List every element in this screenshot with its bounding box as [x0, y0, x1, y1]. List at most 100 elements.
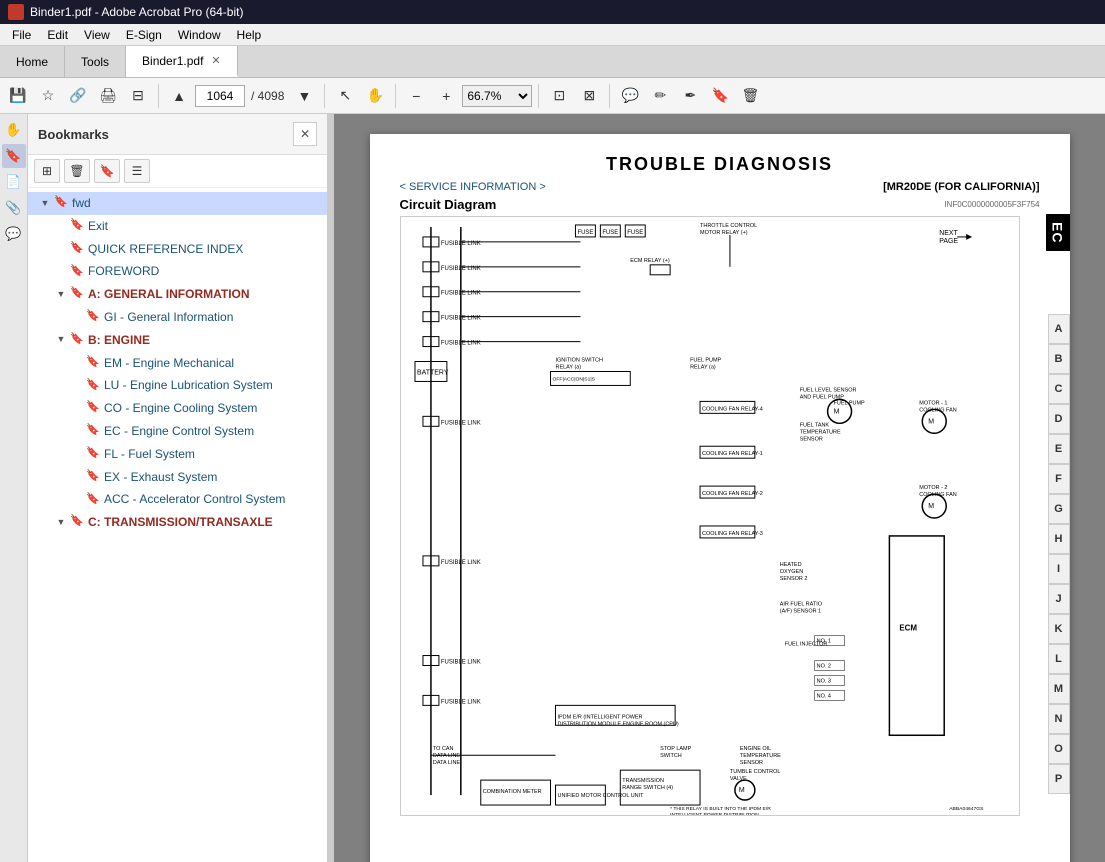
fit-width-button[interactable]: ⊠	[575, 82, 603, 110]
bm-icon-exit: 🔖	[70, 218, 84, 234]
menu-file[interactable]: File	[4, 26, 39, 44]
bookmark-add-button[interactable]: ☆	[34, 82, 62, 110]
bookmark-item-exit[interactable]: 🔖 Exit	[28, 215, 327, 238]
bookmark-label-c-trans: C: TRANSMISSION/TRANSAXLE	[88, 514, 321, 531]
reduce-button[interactable]: ⊟	[124, 82, 152, 110]
share-button[interactable]: 🔗	[64, 82, 92, 110]
bookmark-item-gi[interactable]: 🔖 GI - General Information	[28, 306, 327, 329]
svg-text:BATTERY: BATTERY	[416, 369, 448, 376]
bookmark-label-co: CO - Engine Cooling System	[104, 400, 321, 417]
bookmark-item-foreword[interactable]: 🔖 FOREWORD	[28, 260, 327, 283]
bm-options-btn[interactable]: ☰	[124, 159, 150, 183]
delete-button[interactable]: 🗑	[736, 82, 764, 110]
bookmark-item-lu[interactable]: 🔖 LU - Engine Lubrication System	[28, 374, 327, 397]
right-tab-l[interactable]: L	[1048, 644, 1070, 674]
right-tab-c[interactable]: C	[1048, 374, 1070, 404]
bookmark-item-em[interactable]: 🔖 EM - Engine Mechanical	[28, 352, 327, 375]
svg-text:RANGE SWITCH (4): RANGE SWITCH (4)	[622, 785, 673, 791]
right-tab-m[interactable]: M	[1048, 674, 1070, 704]
bookmark-item-ec[interactable]: 🔖 EC - Engine Control System	[28, 420, 327, 443]
bookmark-item-fwd[interactable]: ▼ 🔖 fwd	[28, 192, 327, 215]
bm-expand-btn[interactable]: ⊞	[34, 159, 60, 183]
zoom-in-button[interactable]: +	[432, 82, 460, 110]
tab-home[interactable]: Home	[0, 46, 65, 77]
right-tab-e[interactable]: E	[1048, 434, 1070, 464]
tab-tools[interactable]: Tools	[65, 46, 126, 77]
bookmark-item-gen-info[interactable]: ▼ 🔖 A: GENERAL INFORMATION	[28, 283, 327, 306]
print-button[interactable]: 🖨	[94, 82, 122, 110]
sidebar-header: Bookmarks ✕	[28, 114, 327, 155]
zoom-select[interactable]: 66.7% 50% 75% 100% 125% 150%	[462, 85, 532, 107]
bm-delete-btn[interactable]: 🗑	[64, 159, 90, 183]
bookmark-item-ex[interactable]: 🔖 EX - Exhaust System	[28, 466, 327, 489]
bm-icon-acc: 🔖	[86, 491, 100, 507]
service-info-link[interactable]: < SERVICE INFORMATION >	[400, 181, 546, 193]
bookmark-label-ex: EX - Exhaust System	[104, 469, 321, 486]
right-tab-a[interactable]: A	[1048, 314, 1070, 344]
prev-page-button[interactable]: ▲	[165, 82, 193, 110]
bookmark-label-exit: Exit	[88, 218, 321, 235]
svg-text:M: M	[833, 408, 839, 415]
title-bar: Binder1.pdf - Adobe Acrobat Pro (64-bit)	[0, 0, 1105, 24]
bookmark-label-ec: EC - Engine Control System	[104, 423, 321, 440]
window-title: Binder1.pdf - Adobe Acrobat Pro (64-bit)	[30, 5, 243, 19]
left-icon-attachments[interactable]: 📎	[2, 196, 26, 220]
left-icon-pages[interactable]: 📄	[2, 170, 26, 194]
svg-text:FUSE: FUSE	[627, 230, 643, 236]
left-icon-comments[interactable]: 💬	[2, 222, 26, 246]
right-tab-d[interactable]: D	[1048, 404, 1070, 434]
circuit-diagram-svg: FUSIBLE LINK FUSIBLE LINK FUSIBLE LINK F…	[400, 216, 1020, 816]
right-tab-j[interactable]: J	[1048, 584, 1070, 614]
expand-spacer-quick-ref	[54, 241, 68, 257]
menu-help[interactable]: Help	[229, 26, 270, 44]
right-tab-f[interactable]: F	[1048, 464, 1070, 494]
circuit-diagram-label: Circuit Diagram	[400, 197, 497, 212]
right-tab-g[interactable]: G	[1048, 494, 1070, 524]
highlight-button[interactable]: ✏	[646, 82, 674, 110]
save-button[interactable]: 💾	[4, 82, 32, 110]
left-icon-bookmarks[interactable]: 🔖	[2, 144, 26, 168]
svg-text:COOLING FAN: COOLING FAN	[919, 407, 956, 413]
svg-text:ECM RELAY (+): ECM RELAY (+)	[630, 258, 670, 264]
zoom-out-button[interactable]: −	[402, 82, 430, 110]
svg-text:FUSIBLE LINK: FUSIBLE LINK	[440, 560, 480, 566]
menu-edit[interactable]: Edit	[39, 26, 76, 44]
bookmark-item-quick-ref[interactable]: 🔖 QUICK REFERENCE INDEX	[28, 238, 327, 261]
comment-button[interactable]: 💬	[616, 82, 644, 110]
bm-icon-gen-info: 🔖	[70, 286, 84, 302]
page-number-input[interactable]	[195, 85, 245, 107]
tab-close-icon[interactable]: ✕	[211, 54, 220, 67]
svg-text:DISTRIBUTION MODULE ENGINE ROO: DISTRIBUTION MODULE ENGINE ROOM (CPU)	[557, 721, 678, 727]
stamp-button[interactable]: 🔖	[706, 82, 734, 110]
right-tab-h[interactable]: H	[1048, 524, 1070, 554]
bookmark-item-c-trans[interactable]: ▼ 🔖 C: TRANSMISSION/TRANSAXLE	[28, 511, 327, 534]
next-page-button[interactable]: ▼	[290, 82, 318, 110]
right-tab-o[interactable]: O	[1048, 734, 1070, 764]
right-tab-k[interactable]: K	[1048, 614, 1070, 644]
right-tab-n[interactable]: N	[1048, 704, 1070, 734]
bookmark-label-quick-ref: QUICK REFERENCE INDEX	[88, 241, 321, 258]
menu-view[interactable]: View	[76, 26, 118, 44]
bookmark-item-co[interactable]: 🔖 CO - Engine Cooling System	[28, 397, 327, 420]
menu-esign[interactable]: E-Sign	[118, 26, 170, 44]
sidebar-close-button[interactable]: ✕	[293, 122, 317, 146]
expand-spacer-gi	[70, 309, 84, 325]
bookmark-item-fl[interactable]: 🔖 FL - Fuel System	[28, 443, 327, 466]
fit-button[interactable]: ⊡	[545, 82, 573, 110]
bm-icon-ec: 🔖	[86, 423, 100, 439]
tab-binder[interactable]: Binder1.pdf ✕	[126, 46, 238, 77]
bookmark-item-b-engine[interactable]: ▼ 🔖 B: ENGINE	[28, 329, 327, 352]
left-icon-hand[interactable]: ✋	[2, 118, 26, 142]
bookmark-label-gi: GI - General Information	[104, 309, 321, 326]
sign-button[interactable]: ✒	[676, 82, 704, 110]
svg-text:NO. 1: NO. 1	[816, 639, 830, 645]
svg-text:TEMPERATURE: TEMPERATURE	[739, 753, 780, 759]
bookmark-item-acc[interactable]: 🔖 ACC - Accelerator Control System	[28, 488, 327, 511]
bm-new-btn[interactable]: 🔖	[94, 159, 120, 183]
hand-tool[interactable]: ✋	[361, 82, 389, 110]
cursor-tool[interactable]: ↖	[331, 82, 359, 110]
right-tab-i[interactable]: I	[1048, 554, 1070, 584]
right-tab-b[interactable]: B	[1048, 344, 1070, 374]
menu-window[interactable]: Window	[170, 26, 229, 44]
right-tab-p[interactable]: P	[1048, 764, 1070, 794]
